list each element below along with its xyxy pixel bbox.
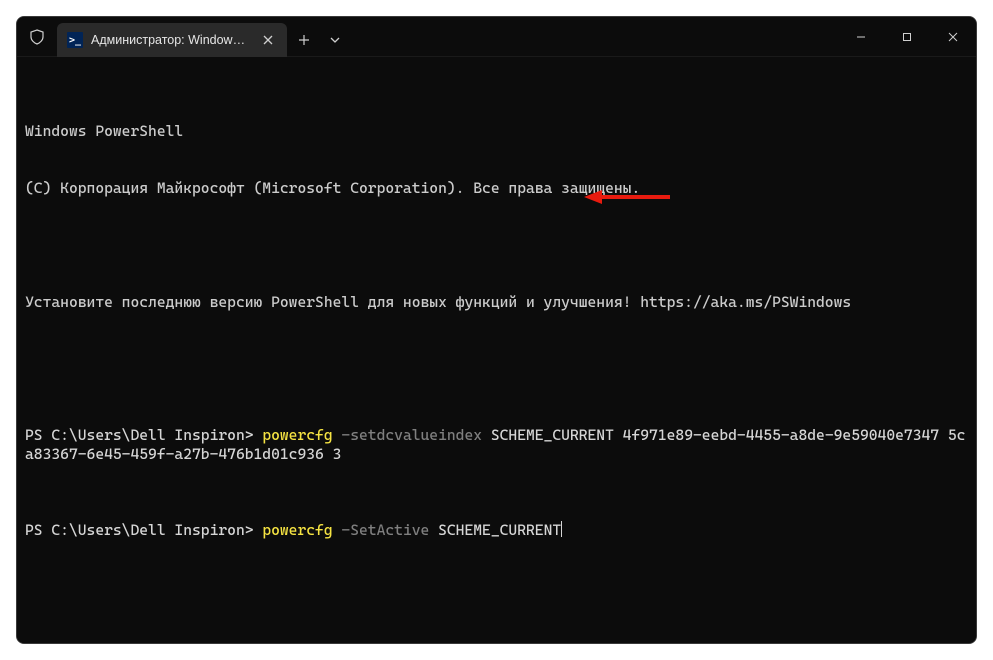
copyright-line: (C) Корпорация Майкрософт (Microsoft Cor… xyxy=(25,179,968,198)
close-window-button[interactable] xyxy=(930,17,976,56)
text-cursor xyxy=(561,521,562,537)
annotation-arrow xyxy=(582,187,672,207)
command-args: SCHEME_CURRENT xyxy=(429,521,561,539)
command-line-2: PS C:\Users\Dell Inspiron> powercfg -Set… xyxy=(25,521,968,540)
tab-active[interactable]: >_ Администратор: Windows Po xyxy=(57,23,287,57)
command-name: powercfg xyxy=(262,521,332,539)
command-line-1: PS C:\Users\Dell Inspiron> powercfg -set… xyxy=(25,426,968,464)
maximize-button[interactable] xyxy=(884,17,930,56)
minimize-button[interactable] xyxy=(838,17,884,56)
window-controls xyxy=(838,17,976,56)
new-tab-button[interactable] xyxy=(287,23,321,57)
powershell-icon: >_ xyxy=(67,32,83,48)
uac-shield-icon xyxy=(17,17,57,56)
command-name: powercfg xyxy=(262,426,332,444)
prompt: PS C:\Users\Dell Inspiron> xyxy=(25,426,262,444)
terminal-body[interactable]: Windows PowerShell (C) Корпорация Майкро… xyxy=(17,57,976,643)
tab-title: Администратор: Windows Po xyxy=(91,33,251,47)
titlebar: >_ Администратор: Windows Po xyxy=(17,17,976,57)
command-switch: -setdcvalueindex xyxy=(333,426,482,444)
update-hint-line: Установите последнюю версию PowerShell д… xyxy=(25,293,968,312)
titlebar-drag-area[interactable] xyxy=(349,17,838,56)
prompt: PS C:\Users\Dell Inspiron> xyxy=(25,521,262,539)
blank-line xyxy=(25,236,968,255)
command-switch: -SetActive xyxy=(333,521,430,539)
terminal-window: >_ Администратор: Windows Po xyxy=(16,16,977,644)
banner-line: Windows PowerShell xyxy=(25,122,968,141)
blank-line xyxy=(25,350,968,369)
tab-dropdown-button[interactable] xyxy=(321,23,349,57)
close-tab-button[interactable] xyxy=(259,31,277,49)
